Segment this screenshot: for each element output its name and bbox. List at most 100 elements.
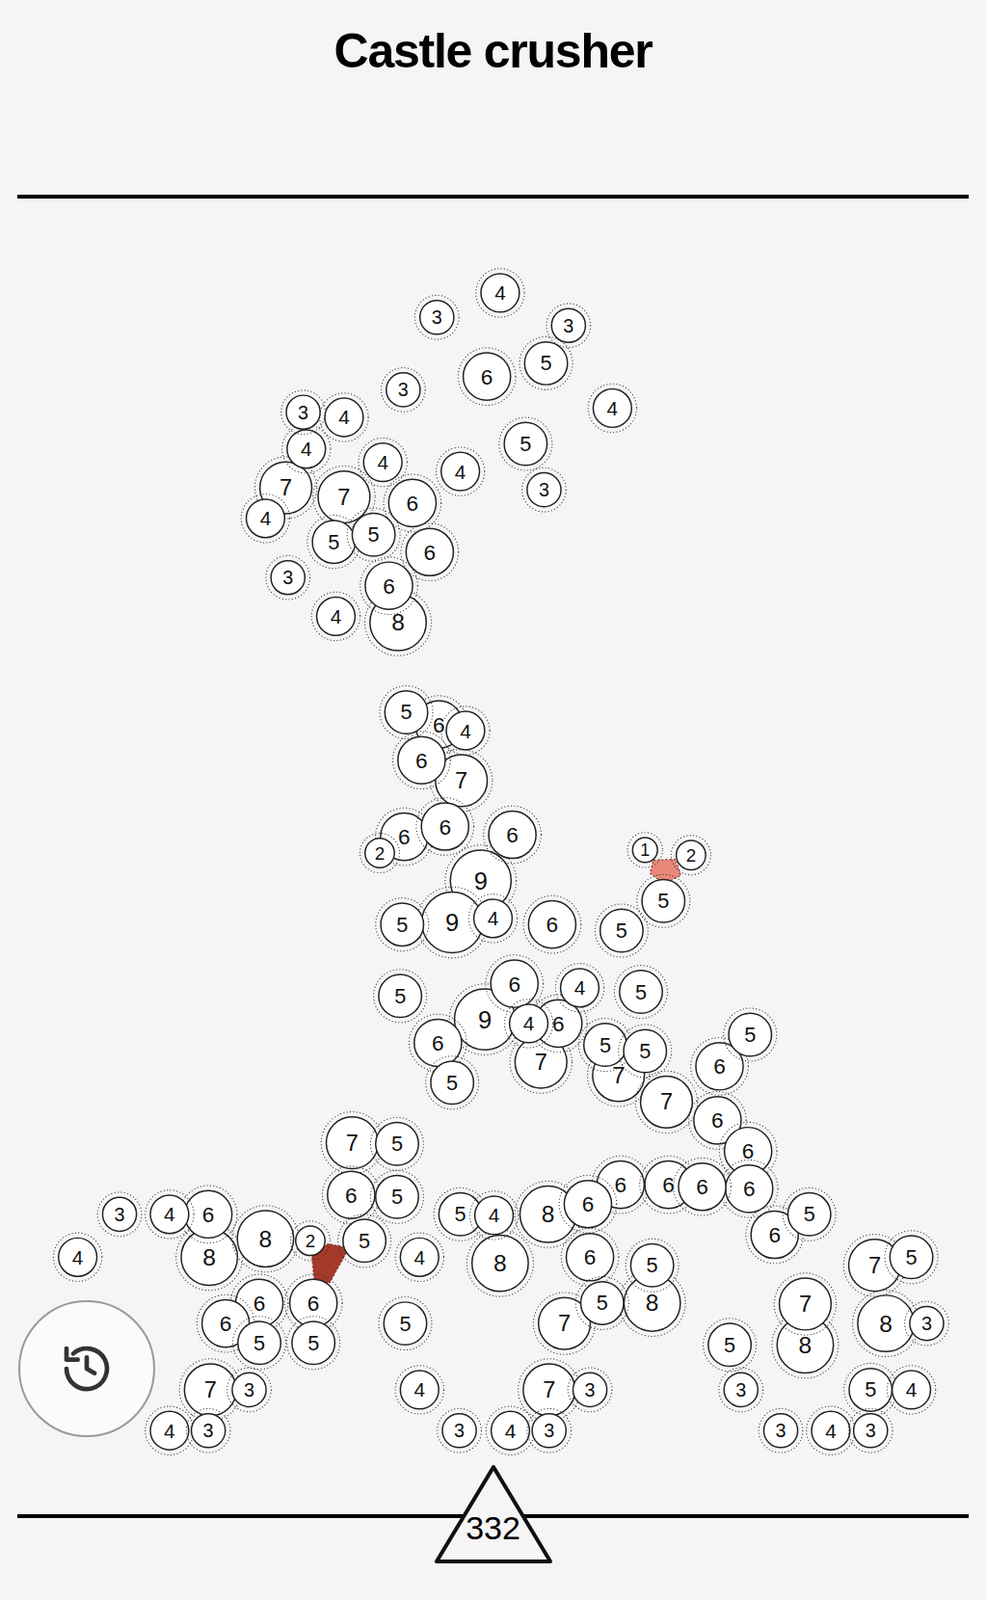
number-node[interactable]: 3 [567,1367,613,1413]
number-node[interactable]: 3 [186,1408,231,1453]
number-node[interactable]: 5 [703,1318,757,1372]
undo-button[interactable] [18,1300,156,1438]
number-node[interactable]: 4 [806,1406,855,1455]
number-node[interactable]: 6 [416,798,475,856]
number-node[interactable]: 3 [527,1408,572,1453]
number-node[interactable]: 6 [523,895,582,954]
number-node[interactable]: 4 [311,591,360,640]
number-node[interactable]: 6 [559,1174,617,1233]
number-node[interactable]: 3 [905,1301,950,1346]
number-node[interactable]: 5 [594,904,648,958]
svg-text:5: 5 [394,984,406,1009]
number-node[interactable]: 3 [227,1367,272,1413]
number-node[interactable]: 6 [560,1227,619,1286]
number-node[interactable]: 4 [886,1365,935,1414]
number-node[interactable]: 5 [287,1316,341,1370]
number-node[interactable]: 7 [773,1273,836,1335]
number-node[interactable]: 6 [719,1160,778,1219]
number-node[interactable]: 5 [519,336,573,390]
number-node[interactable]: 5 [379,685,433,739]
number-node[interactable]: 7 [518,1359,581,1421]
number-node[interactable]: 5 [782,1187,836,1241]
svg-text:3: 3 [735,1379,747,1401]
svg-text:6: 6 [253,1290,267,1316]
number-node[interactable]: 5 [426,1056,480,1110]
svg-text:9: 9 [445,908,459,936]
number-node[interactable]: 5 [625,1238,679,1292]
number-node[interactable]: 5 [575,1276,629,1330]
svg-text:5: 5 [253,1331,266,1356]
number-node[interactable]: 3 [522,467,567,512]
number-node[interactable]: 5 [375,898,429,952]
number-node[interactable]: 5 [613,965,667,1019]
svg-text:4: 4 [260,506,272,530]
number-node[interactable]: 4 [441,706,490,755]
svg-text:5: 5 [639,1039,651,1064]
number-node[interactable]: 4 [319,393,369,442]
number-node[interactable]: 3 [437,1408,482,1453]
number-node[interactable]: 5 [637,874,691,928]
number-node[interactable]: 8 [232,1205,299,1273]
number-node[interactable]: 3 [719,1367,764,1413]
number-node[interactable]: 4 [395,1232,444,1281]
number-node[interactable]: 7 [320,1112,383,1174]
number-node[interactable]: 3 [758,1408,803,1453]
number-node[interactable]: 6 [673,1157,732,1216]
number-node[interactable]: 4 [469,1191,518,1240]
number-node[interactable]: 3 [281,390,326,435]
number-node[interactable]: 6 [400,523,459,582]
number-node[interactable]: 5 [373,969,427,1023]
number-node[interactable]: 5 [618,1024,672,1078]
number-node[interactable]: 1 [627,832,663,868]
number-node[interactable]: 5 [370,1117,424,1171]
svg-text:6: 6 [552,1011,565,1037]
number-node[interactable]: 5 [370,1170,424,1224]
number-node[interactable]: 5 [844,1362,898,1416]
number-node[interactable]: 5 [723,1008,777,1062]
number-node[interactable]: 4 [468,894,517,943]
number-node[interactable]: 5 [338,1214,392,1268]
number-node[interactable]: 2 [670,835,711,876]
number-node[interactable]: 4 [282,425,331,474]
number-node[interactable]: 5 [307,515,361,569]
number-node[interactable]: 2 [359,833,400,874]
number-node[interactable]: 4 [145,1190,194,1239]
number-node[interactable]: 4 [504,999,553,1048]
svg-text:6: 6 [662,1172,675,1198]
number-node[interactable]: 6 [321,1166,380,1225]
number-node[interactable]: 8 [466,1229,533,1297]
svg-text:2: 2 [305,1230,316,1252]
svg-text:9: 9 [474,867,488,895]
number-node[interactable]: 3 [848,1408,893,1453]
number-node[interactable]: 3 [546,303,591,348]
number-node[interactable]: 2 [290,1221,330,1261]
number-node[interactable]: 4 [435,447,484,496]
number-node[interactable]: 4 [395,1365,444,1414]
number-node[interactable]: 6 [360,557,419,615]
number-node[interactable]: 5 [499,417,553,471]
number-node[interactable]: 3 [380,368,426,413]
svg-text:4: 4 [300,437,313,460]
number-node[interactable]: 3 [266,555,311,600]
number-node[interactable]: 5 [346,507,400,561]
number-node[interactable]: 5 [233,1316,287,1370]
svg-text:5: 5 [596,1290,609,1315]
svg-text:6: 6 [307,1290,320,1316]
number-node[interactable]: 4 [476,268,525,318]
number-node[interactable]: 4 [240,494,290,543]
number-node[interactable]: 4 [53,1232,102,1281]
number-node[interactable]: 3 [414,294,459,340]
number-node[interactable]: 6 [483,805,542,864]
number-node[interactable]: 3 [97,1192,142,1237]
svg-text:2: 2 [374,843,385,864]
number-node[interactable]: 6 [393,731,452,790]
number-node[interactable]: 4 [555,963,604,1013]
svg-text:5: 5 [368,522,380,547]
number-node[interactable]: 7 [635,1070,697,1133]
svg-text:5: 5 [803,1201,816,1226]
number-node[interactable]: 5 [378,1297,432,1351]
number-node[interactable]: 4 [358,437,407,486]
number-node[interactable]: 6 [457,347,516,406]
number-node[interactable]: 4 [587,383,637,432]
number-node[interactable]: 5 [884,1230,938,1284]
